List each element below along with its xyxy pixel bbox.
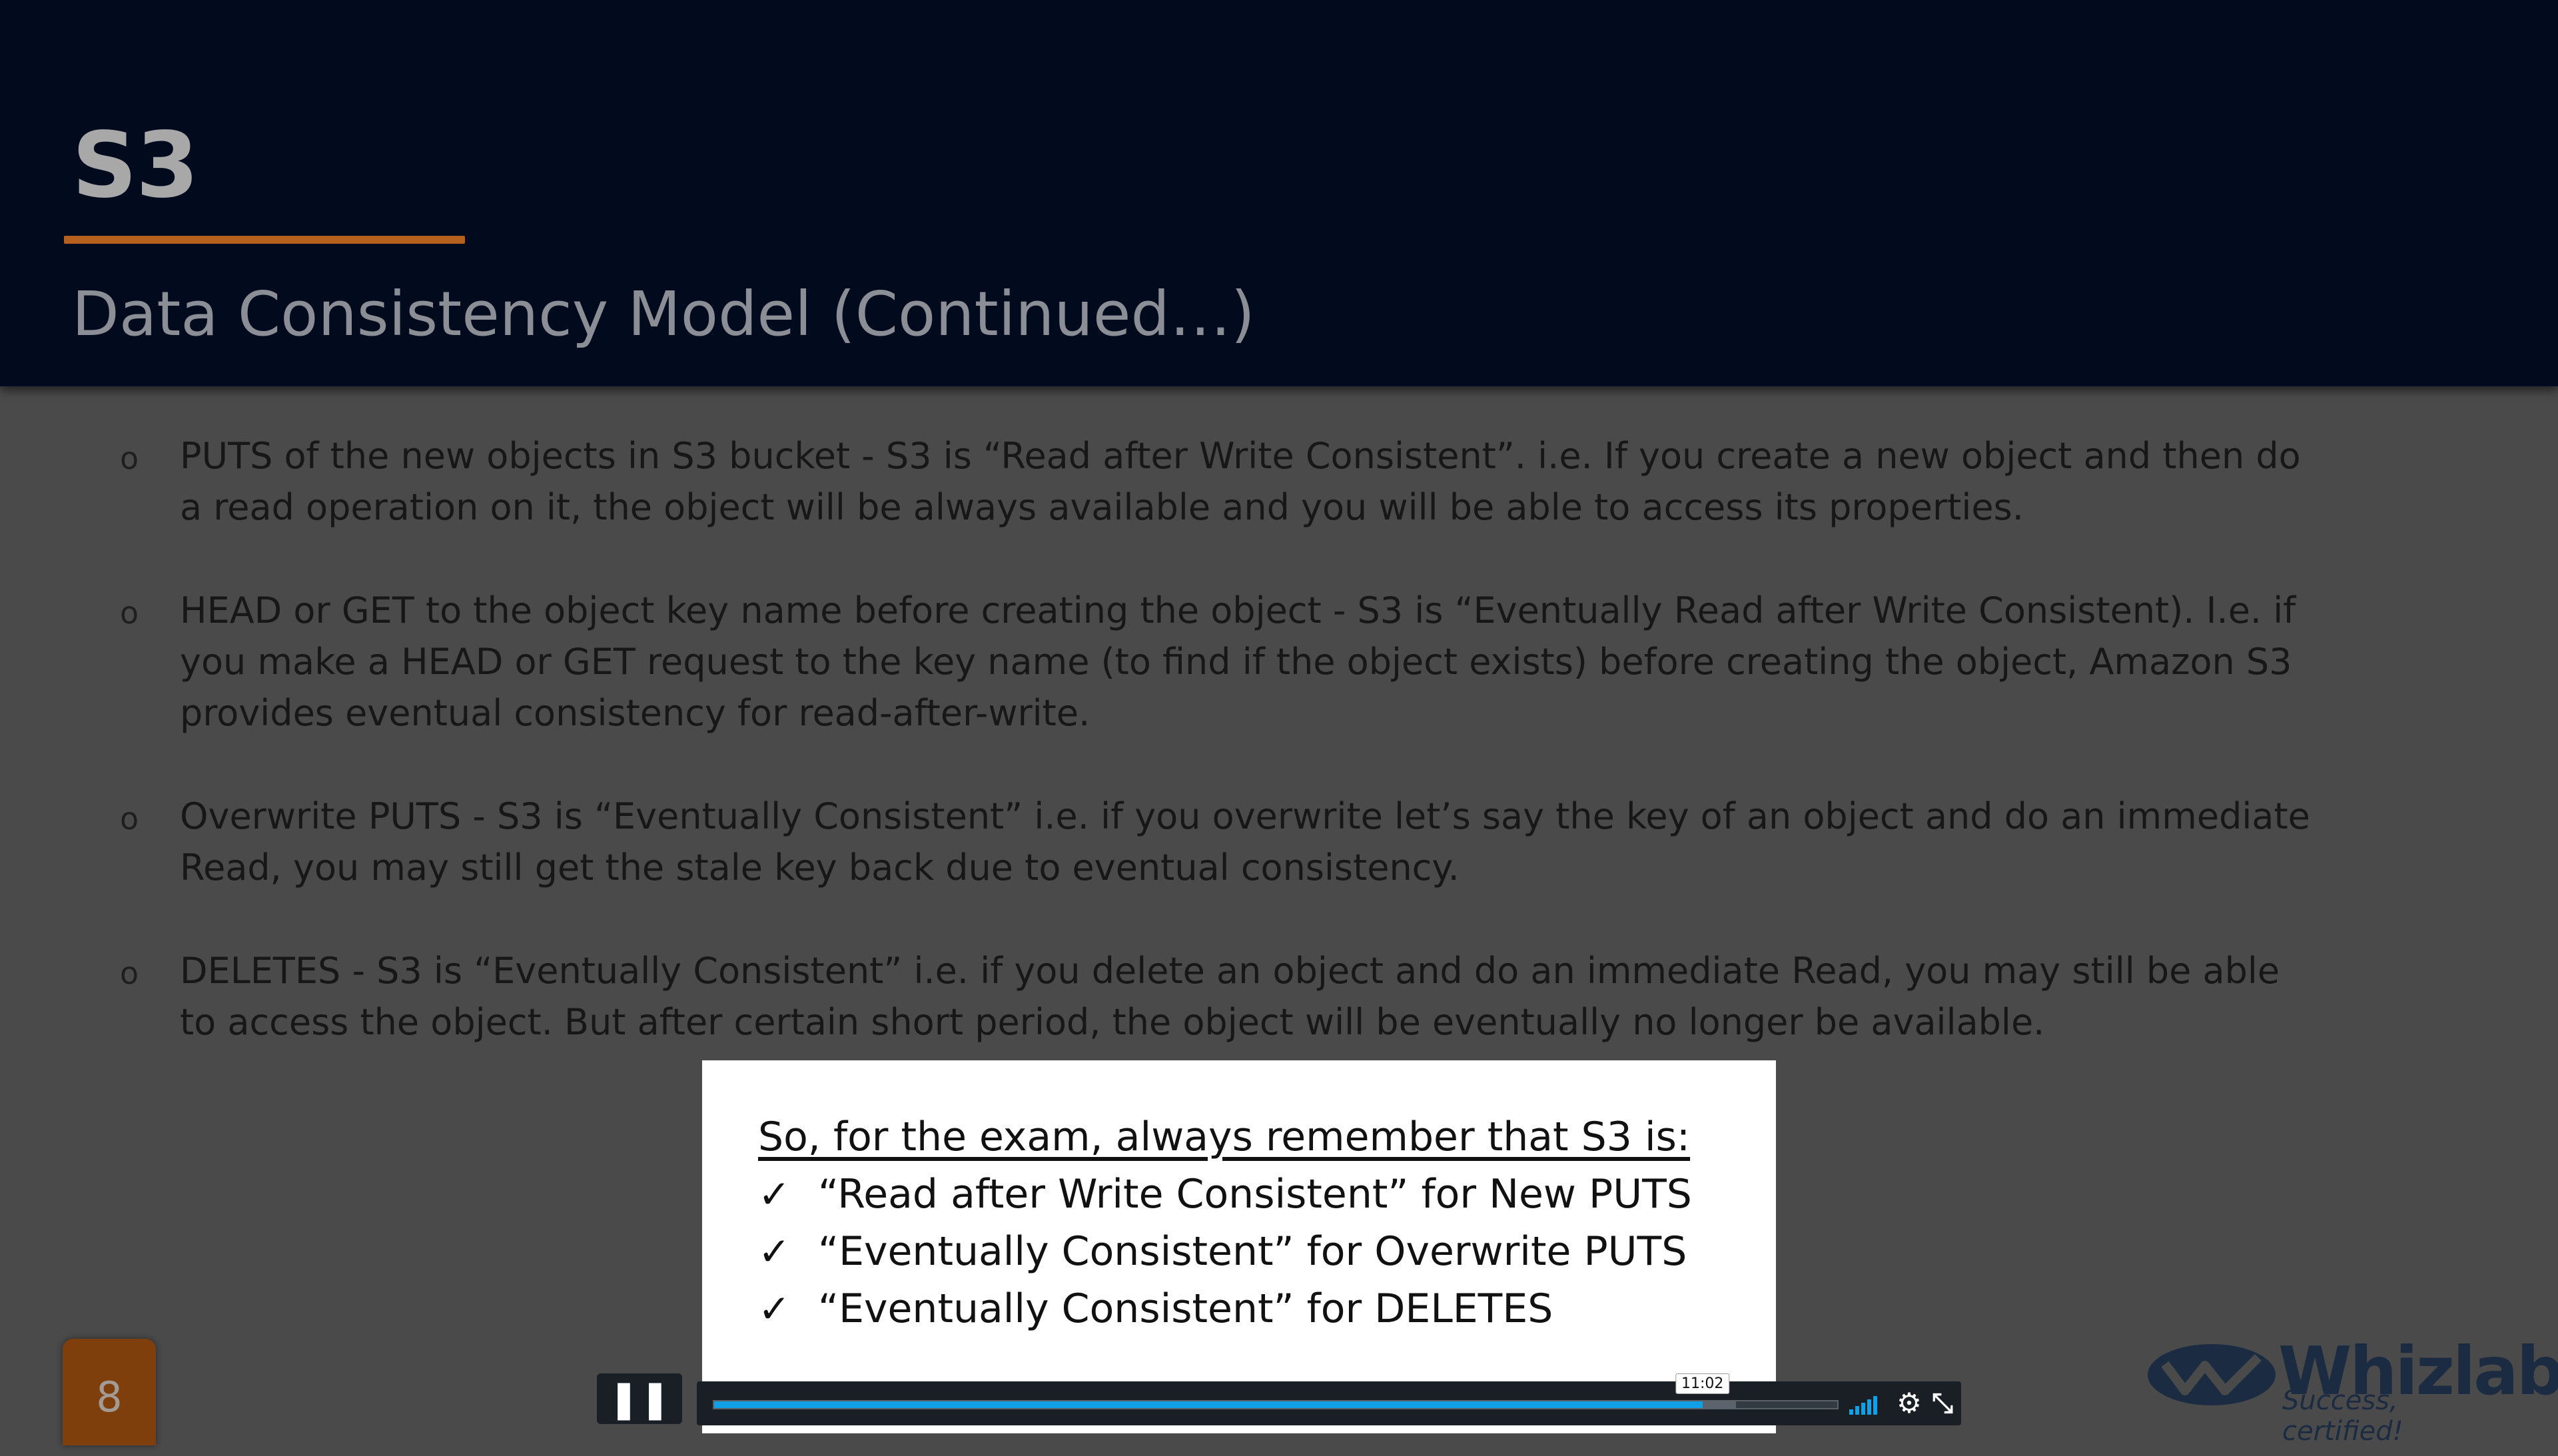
volume-icon[interactable] [1849,1393,1883,1415]
bullet-marker: o [120,440,139,476]
exam-note-item: ✓ “Eventually Consistent” for Overwrite P… [758,1223,1776,1280]
fullscreen-icon[interactable]: ⤡ [1929,1387,1956,1419]
check-icon: ✓ [758,1172,791,1217]
video-control-bar: 11:02 ⚙ ⤡ [697,1373,1961,1425]
seek-bar[interactable]: 11:02 [713,1373,1839,1409]
whizlabs-logo: Whizlabs Success, certified! [2145,1332,2558,1447]
exam-note-item: ✓ “Eventually Consistent” for DELETES [758,1280,1776,1337]
logo-tagline: Success, certified! [2282,1385,2403,1447]
exam-note-item: ✓ “Read after Write Consistent” for New P… [758,1166,1776,1223]
bullet-text: Overwrite PUTS - S3 is “Eventually Consi… [180,795,2310,889]
slide-subtitle: Data Consistency Model (Continued…) [72,278,1255,350]
logo-icon [2148,1344,2276,1405]
bullet-item: o Overwrite PUTS - S3 is “Eventually Con… [120,791,2318,893]
bullet-item: o HEAD or GET to the object key name bef… [120,585,2318,739]
bullet-marker: o [120,955,139,991]
seek-bar-progress [714,1401,1703,1408]
title-underline [64,236,465,244]
exam-note-heading: So, for the exam, always remember that S… [758,1114,1691,1160]
exam-note-box: So, for the exam, always remember that S… [702,1060,1776,1433]
bullet-text: HEAD or GET to the object key name befor… [180,589,2296,734]
pause-icon: ❚❚ [608,1377,671,1421]
exam-note-text: “Read after Write Consistent” for New PU… [818,1171,1692,1218]
check-icon: ✓ [758,1286,791,1331]
page-number-badge: 8 [63,1339,156,1445]
bullet-marker: o [120,595,139,631]
exam-note-text: “Eventually Consistent” for Overwrite PU… [818,1228,1687,1275]
settings-gear-icon[interactable]: ⚙ [1896,1387,1922,1419]
bullet-list: o PUTS of the new objects in S3 bucket -… [120,430,2318,1100]
slide-title: S3 [72,113,199,218]
bullet-marker: o [120,801,139,837]
check-icon: ✓ [758,1229,791,1274]
bullet-text: DELETES - S3 is “Eventually Consistent” … [180,950,2280,1043]
bullet-item: o DELETES - S3 is “Eventually Consistent… [120,945,2318,1048]
exam-note-text: “Eventually Consistent” for DELETES [818,1285,1553,1332]
current-time-tooltip: 11:02 [1675,1373,1730,1394]
bullet-item: o PUTS of the new objects in S3 bucket -… [120,430,2318,533]
bullet-text: PUTS of the new objects in S3 bucket - S… [180,435,2301,528]
pause-button[interactable]: ❚❚ [597,1373,682,1424]
slide-header: S3 Data Consistency Model (Continued…) [0,0,2558,386]
